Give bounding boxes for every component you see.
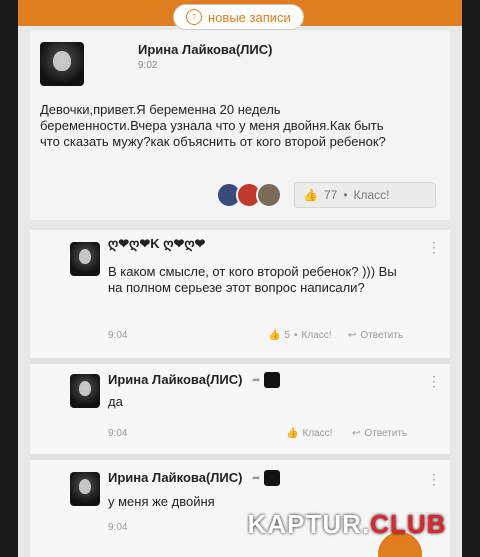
screen: ↑ новые записи Ирина Лайкова(ЛИС) 9:02 Д… xyxy=(18,0,462,557)
post-time: 9:02 xyxy=(138,60,158,71)
comment-author[interactable]: Ирина Лайкова(ЛИС) xyxy=(108,372,242,387)
reply-to-icon: ➦ xyxy=(252,470,281,486)
avatar[interactable] xyxy=(70,472,100,506)
post-text: Девочки,привет.Я беременна 20 недель бер… xyxy=(40,102,386,149)
comment-time: 9:04 xyxy=(108,428,128,439)
like-label: Класс! xyxy=(301,330,332,341)
like-button[interactable]: 👍 77 • Класс! xyxy=(294,182,436,208)
comment-text: да xyxy=(108,394,123,409)
reply-label: Ответить xyxy=(360,330,404,341)
avatar[interactable] xyxy=(70,242,100,276)
comment-author[interactable]: ღ❤ღ❤K ღ❤ღ❤ xyxy=(108,236,205,252)
comment: Ирина Лайкова(ЛИС) ➦ ⋮ да 9:04 👍 Класс! … xyxy=(30,364,450,454)
reply-label: Ответить xyxy=(364,428,408,439)
post-author[interactable]: Ирина Лайкова(ЛИС) xyxy=(138,42,272,57)
reply-arrow-icon: ↩ xyxy=(352,428,361,439)
reply-arrow-icon: ↩ xyxy=(348,330,357,341)
new-posts-label: новые записи xyxy=(208,9,291,25)
avatar xyxy=(264,372,281,388)
like-button[interactable]: 👍 5 • Класс! xyxy=(268,330,332,341)
reply-to-icon: ➦ xyxy=(252,372,281,388)
thumbs-up-icon: 👍 xyxy=(303,188,318,202)
comment-text: у меня же двойня xyxy=(108,494,215,509)
like-count: 77 xyxy=(323,188,338,202)
comment-author[interactable]: Ирина Лайкова(ЛИС) xyxy=(108,470,242,485)
like-button[interactable]: 👍 Класс! xyxy=(286,428,332,439)
more-icon[interactable]: ⋮ xyxy=(427,240,442,254)
comment: ღ❤ღ❤K ღ❤ღ❤ ⋮ В каком смысле, от кого вто… xyxy=(30,230,450,358)
like-label: Класс! xyxy=(353,188,390,202)
post-card: Ирина Лайкова(ЛИС) 9:02 Девочки,привет.Я… xyxy=(30,30,450,220)
arrow-up-icon: ↑ xyxy=(186,9,202,25)
comment-time: 9:04 xyxy=(108,330,128,341)
avatar[interactable] xyxy=(40,42,84,86)
new-posts-button[interactable]: ↑ новые записи xyxy=(173,4,304,30)
avatar[interactable] xyxy=(70,374,100,408)
thumbs-up-icon: 👍 xyxy=(286,428,299,439)
comment-time: 9:04 xyxy=(108,522,128,533)
comment-text: В каком смысле, от кого второй ребенок? … xyxy=(108,264,397,295)
more-icon[interactable]: ⋮ xyxy=(427,472,442,486)
reactions[interactable] xyxy=(216,182,282,208)
more-icon[interactable]: ⋮ xyxy=(427,374,442,388)
reaction-avatar xyxy=(256,182,282,208)
watermark: KAPTUR. CLUB xyxy=(247,508,447,539)
avatar xyxy=(264,470,281,486)
reply-button[interactable]: ↩ Ответить xyxy=(352,428,407,439)
like-count: 5 xyxy=(284,330,291,341)
reply-button[interactable]: ↩ Ответить xyxy=(348,330,403,341)
thumbs-up-icon: 👍 xyxy=(268,330,281,341)
like-label: Класс! xyxy=(302,428,333,439)
